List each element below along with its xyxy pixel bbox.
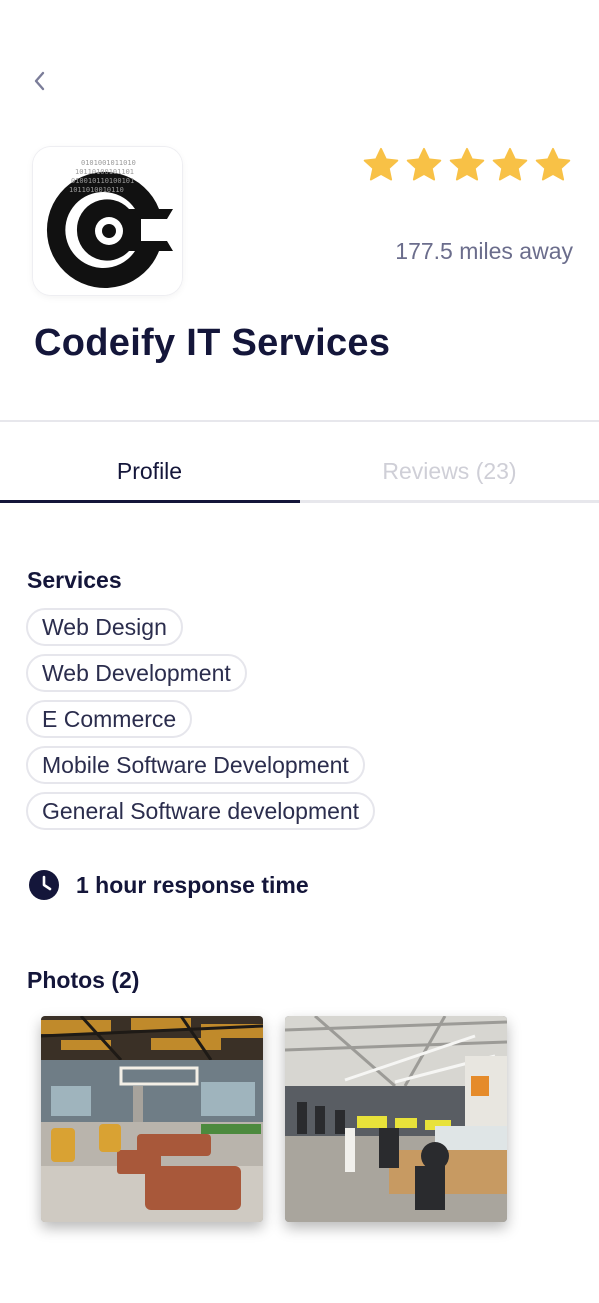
service-chip: General Software development [26,792,376,830]
svg-text:0101001011010: 0101001011010 [81,159,136,167]
svg-text:010010110100101: 010010110100101 [71,177,134,185]
office-workspace-photo[interactable] [285,1016,507,1222]
tab-underline [300,500,599,503]
chevron-left-icon [34,71,45,91]
tab-reviews[interactable]: Reviews (23) [300,440,599,502]
photos-heading: Photos (2) [27,967,140,993]
photos-gallery [41,1016,507,1222]
service-chip: Web Development [26,654,247,692]
services-list: Web Design Web Development E Commerce Mo… [26,608,376,830]
service-chip: Mobile Software Development [26,746,365,784]
back-button[interactable] [24,62,54,100]
rating-stars [362,146,572,184]
services-heading: Services [27,567,122,593]
star-icon [492,147,528,181]
star-icon [449,147,485,181]
header-divider [0,420,599,422]
service-chip: E Commerce [26,700,193,738]
star-icon [406,147,442,181]
company-logo: 0101001011010 10110100101101 01001011010… [33,147,182,295]
response-time-text: 1 hour response time [76,871,309,898]
profile-tabs: Profile Reviews (23) [0,440,599,504]
company-name: Codeify IT Services [34,322,391,364]
tab-profile[interactable]: Profile [0,440,299,502]
star-icon [535,147,571,181]
distance-label: 177.5 miles away [395,238,573,264]
service-chip: Web Design [26,608,183,646]
clock-icon [29,870,59,900]
company-profile-screen: 0101001011010 10110100101101 01001011010… [0,0,599,1303]
response-time: 1 hour response time [28,869,309,901]
svg-text:10110100101101: 10110100101101 [75,168,134,176]
active-tab-indicator [0,500,300,503]
office-lounge-photo[interactable] [41,1016,263,1222]
svg-text:1011010010110: 1011010010110 [69,186,124,194]
star-icon [363,147,399,181]
